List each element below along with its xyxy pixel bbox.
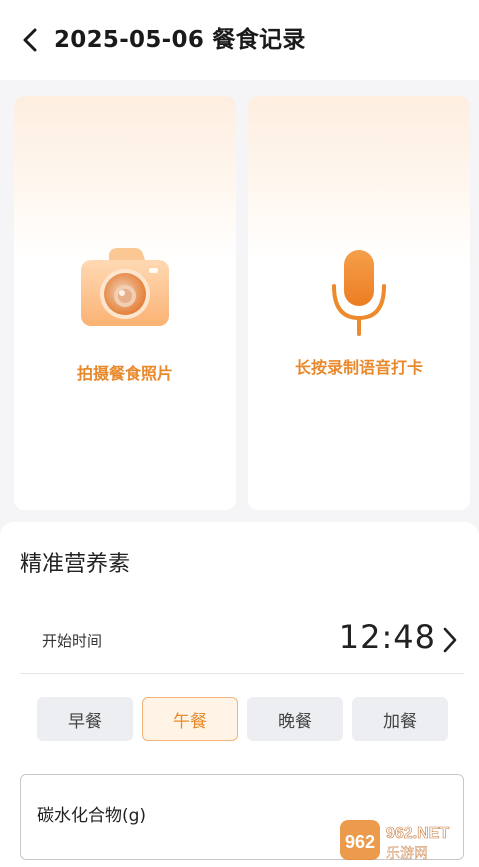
nutrition-panel: 精准营养素 开始时间 12:48 早餐 午餐 晚餐 加餐 碳水化合物(g) xyxy=(0,522,479,867)
svg-text:962: 962 xyxy=(345,832,375,852)
site-watermark: 962 962.NET 乐游网 xyxy=(340,818,472,862)
svg-text:962.NET: 962.NET xyxy=(386,825,449,842)
photo-meal-label: 拍摄餐食照片 xyxy=(76,364,173,383)
page-title: 2025-05-06 餐食记录 xyxy=(54,27,306,53)
tab-snack[interactable]: 加餐 xyxy=(352,697,448,741)
chevron-left-icon xyxy=(23,28,37,52)
microphone-icon xyxy=(248,248,470,338)
svg-text:乐游网: 乐游网 xyxy=(386,846,428,862)
app-header: 2025-05-06 餐食记录 xyxy=(0,0,479,80)
tab-breakfast[interactable]: 早餐 xyxy=(37,697,133,741)
voice-record-card[interactable]: 长按录制语音打卡 xyxy=(248,96,470,510)
start-time-value: 12:48 xyxy=(338,618,436,656)
carbohydrate-label: 碳水化合物(g) xyxy=(37,806,147,826)
section-title: 精准营养素 xyxy=(20,552,131,577)
tab-dinner[interactable]: 晚餐 xyxy=(247,697,343,741)
back-button[interactable] xyxy=(16,24,44,56)
start-time-row[interactable]: 开始时间 12:48 xyxy=(20,612,464,674)
camera-icon xyxy=(14,246,236,330)
tab-lunch[interactable]: 午餐 xyxy=(142,697,238,741)
chevron-right-icon xyxy=(442,626,458,658)
voice-record-label: 长按录制语音打卡 xyxy=(294,358,423,377)
start-time-label: 开始时间 xyxy=(42,632,103,650)
photo-meal-card[interactable]: 拍摄餐食照片 xyxy=(14,96,236,510)
